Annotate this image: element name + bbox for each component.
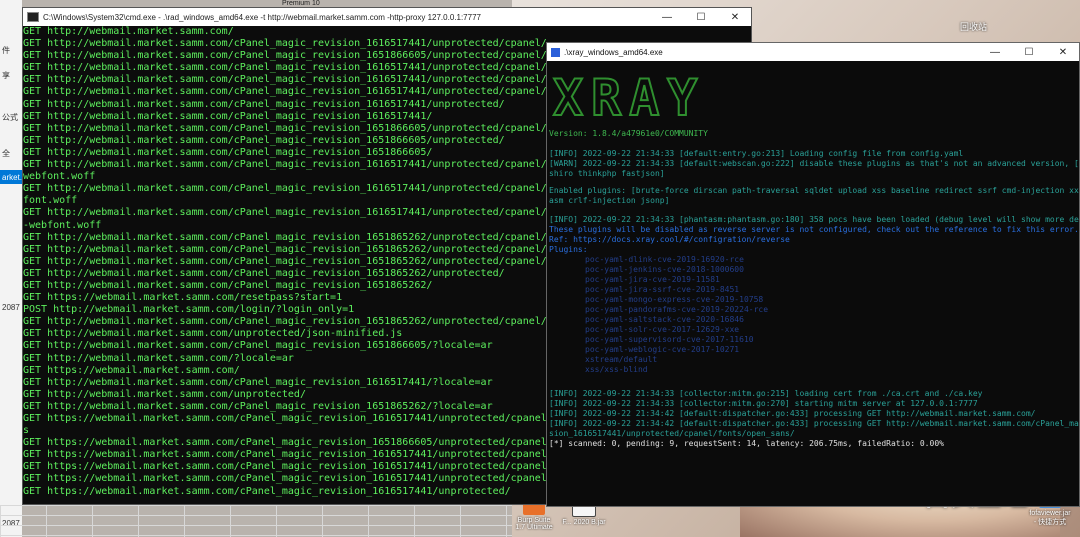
minimize-button[interactable]: — bbox=[650, 8, 684, 26]
maximize-button[interactable]: ☐ bbox=[1012, 43, 1046, 61]
xray-output[interactable]: XRAY Version: 1.8.4/a47961e0/COMMUNITY [… bbox=[547, 63, 1079, 506]
left-label: 享 bbox=[2, 71, 10, 80]
powershell-icon bbox=[551, 47, 560, 57]
log-line: [INFO] 2022-09-22 21:34:42 [default:disp… bbox=[549, 409, 1036, 418]
log-line: [INFO] 2022-09-22 21:34:33 [collector:mi… bbox=[549, 389, 983, 398]
close-button[interactable]: ✕ bbox=[718, 8, 752, 26]
status-line: [*] scanned: 0, pending: 9, requestSent:… bbox=[549, 439, 944, 448]
log-line: [INFO] 2022-09-22 21:34:33 [default:entr… bbox=[549, 149, 964, 158]
xray-ascii-logo: XRAY bbox=[552, 69, 705, 125]
log-line: Plugins: bbox=[549, 245, 588, 254]
plugin-item: poc-yaml-pandorafms-cve-2019-20224-rce bbox=[585, 305, 769, 314]
recycle-bin-label[interactable]: 回收站 bbox=[960, 20, 987, 33]
background-spreadsheet-strip: 件 享 公式 全 arket.sa 2087 2087 bbox=[0, 0, 30, 537]
cmd-titlebar[interactable]: C:\Windows\System32\cmd.exe - .\rad_wind… bbox=[23, 8, 751, 26]
plugin-list: poc-yaml-dlink-cve-2019-16920-rce poc-yam… bbox=[585, 255, 768, 375]
left-label: 全 bbox=[2, 149, 10, 158]
icon-label: F... 2020 B.jar bbox=[562, 519, 606, 526]
log-line: asm crlf-injection jsonp] bbox=[549, 196, 670, 205]
log-line: Ref: https://docs.xray.cool/#/configrati… bbox=[549, 235, 790, 244]
log-line: Enabled plugins: [brute-force dirscan pa… bbox=[549, 186, 1079, 195]
log-line: [WARN] 2022-09-22 21:34:33 [default:webs… bbox=[549, 159, 1079, 168]
svg-text:XRAY: XRAY bbox=[553, 69, 705, 125]
log-line: These plugins will be disabled as revers… bbox=[549, 225, 1079, 234]
left-label: 件 bbox=[2, 46, 10, 55]
plugin-item: poc-yaml-solr-cve-2017-12629-xxe bbox=[585, 325, 740, 334]
background-spreadsheet-grid bbox=[0, 505, 512, 537]
log-line: [INFO] 2022-09-22 21:34:33 [collector:mi… bbox=[549, 399, 978, 408]
plugin-item: poc-yaml-dlink-cve-2019-16920-rce bbox=[585, 255, 744, 264]
xray-title: .\xray_windows_amd64.exe bbox=[564, 47, 663, 57]
plugin-item: poc-yaml-saltstack-cve-2020-16846 bbox=[585, 315, 744, 324]
cmd-output-line: GET http://webmail.market.samm.com/ bbox=[23, 26, 234, 37]
log-line: shiro thinkphp fastjson] bbox=[549, 169, 665, 178]
maximize-button[interactable]: ☐ bbox=[684, 8, 718, 26]
plugin-item: xss/xss-blind bbox=[585, 365, 648, 374]
cmd-icon bbox=[27, 12, 39, 22]
left-label: 2087 bbox=[2, 303, 20, 312]
plugin-item: poc-yaml-jira-ssrf-cve-2019-8451 bbox=[585, 285, 740, 294]
cmd-window-controls: — ☐ ✕ bbox=[650, 8, 752, 26]
close-button[interactable]: ✕ bbox=[1046, 43, 1080, 61]
xray-titlebar[interactable]: .\xray_windows_amd64.exe — ☐ ✕ bbox=[547, 43, 1079, 61]
plugin-item: poc-yaml-supervisord-cve-2017-11610 bbox=[585, 335, 754, 344]
left-label: 公式 bbox=[2, 113, 18, 122]
xray-window-controls: — ☐ ✕ bbox=[978, 43, 1080, 61]
cmd-title: C:\Windows\System32\cmd.exe - .\rad_wind… bbox=[43, 12, 481, 22]
plugin-item: poc-yaml-jenkins-cve-2018-1000600 bbox=[585, 265, 744, 274]
minimize-button[interactable]: — bbox=[978, 43, 1012, 61]
version-line: Version: 1.8.4/a47961e0/COMMUNITY bbox=[549, 129, 708, 138]
xray-window[interactable]: .\xray_windows_amd64.exe — ☐ ✕ XRAY Vers… bbox=[546, 42, 1080, 507]
log-line: [INFO] 2022-09-22 21:34:42 [default:disp… bbox=[549, 419, 1079, 428]
plugin-item: poc-yaml-weblogic-cve-2017-10271 bbox=[585, 345, 740, 354]
log-line: [INFO] 2022-09-22 21:34:33 [phantasm:pha… bbox=[549, 215, 1079, 224]
plugin-item: xstream/default bbox=[585, 355, 658, 364]
log-line: sion_1616517441/unprotected/cpanel/fonts… bbox=[549, 429, 795, 438]
top-label: Premium 10 bbox=[282, 0, 320, 7]
icon-label: Burp Suite 1.7 Ultimate bbox=[515, 517, 553, 531]
plugin-item: poc-yaml-mongo-express-cve-2019-10758 bbox=[585, 295, 764, 304]
icon-label: fofaviewer.jar - 快捷方式 bbox=[1029, 510, 1071, 526]
plugin-item: poc-yaml-jira-cve-2019-11581 bbox=[585, 275, 720, 284]
